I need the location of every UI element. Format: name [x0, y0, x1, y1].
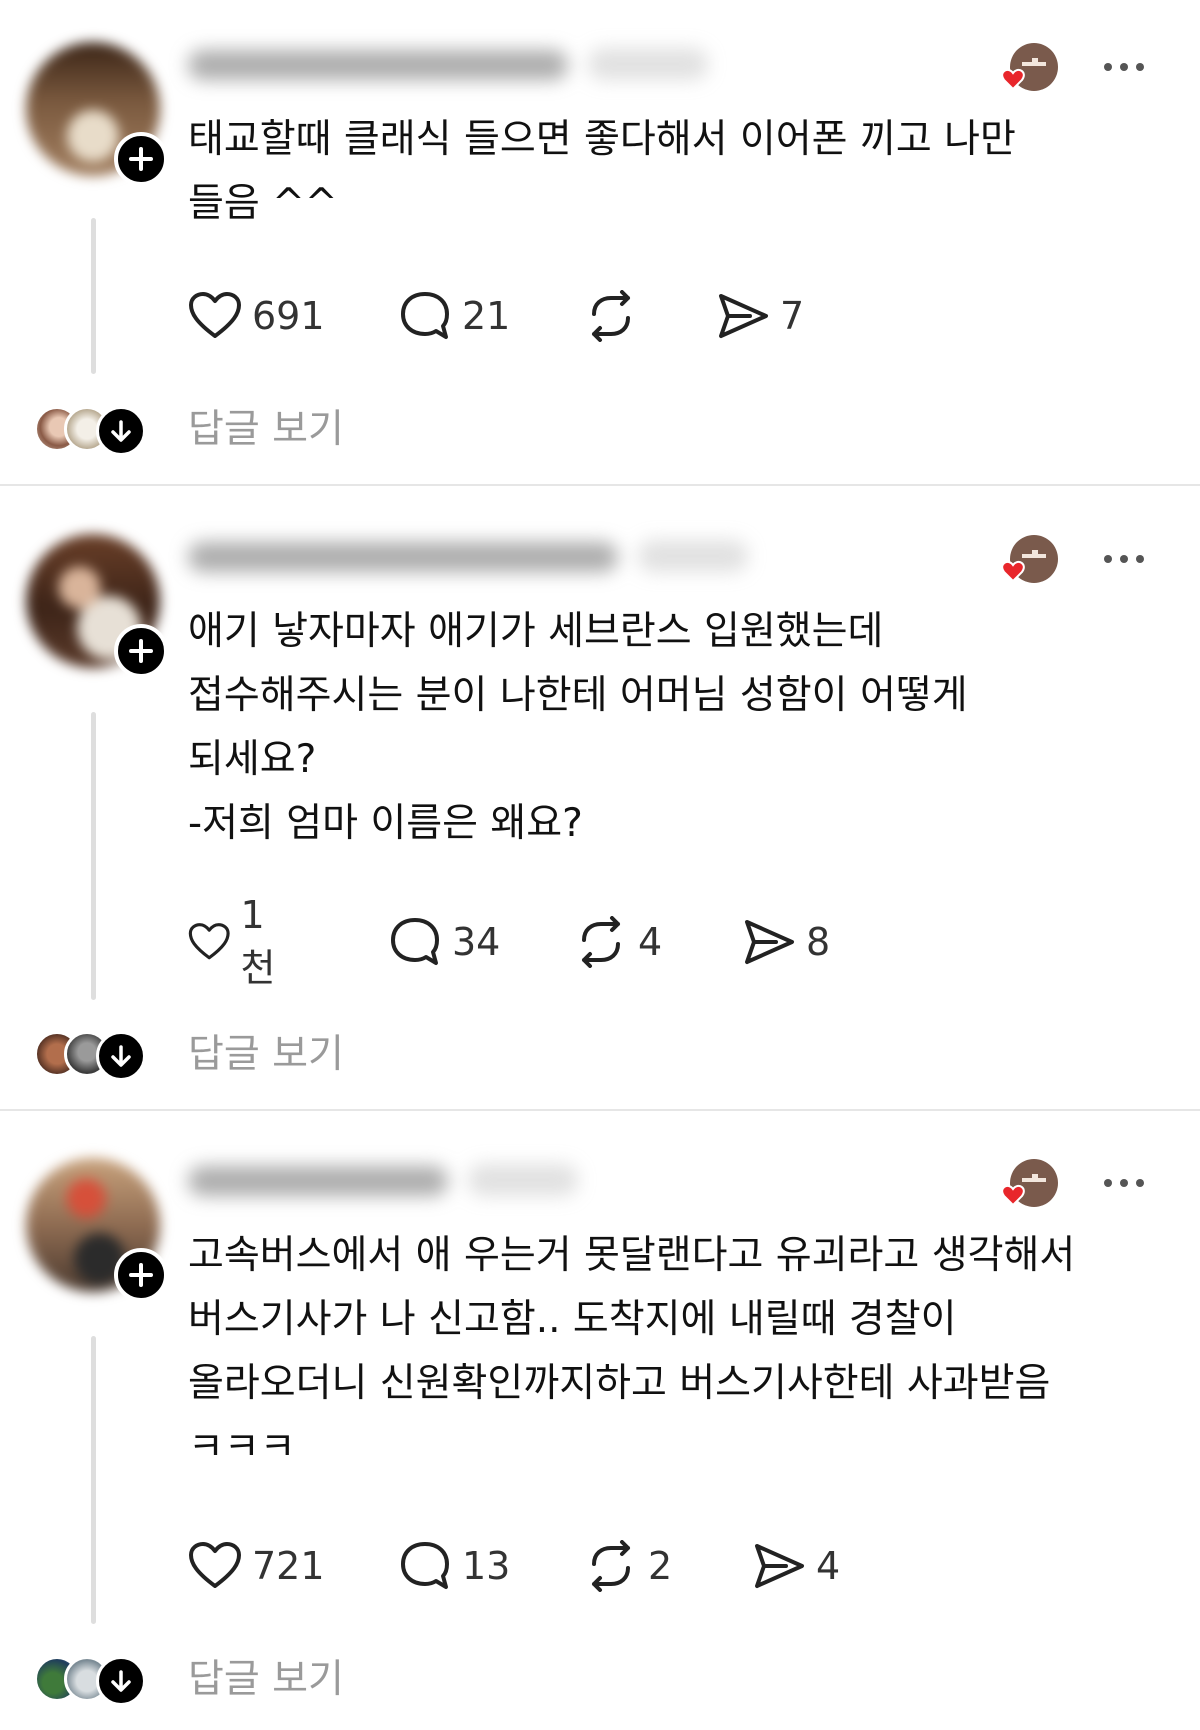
view-replies-link[interactable]: 답글 보기 [188, 402, 344, 458]
arrow-down-icon [111, 1670, 131, 1692]
share-button[interactable]: 4 [752, 1538, 840, 1594]
author-avatar-1[interactable] [26, 42, 168, 186]
author-avatar-2[interactable] [26, 534, 168, 678]
more-icon[interactable] [1100, 57, 1148, 77]
thread-line [91, 712, 96, 1000]
follow-button[interactable] [114, 1248, 168, 1302]
heart-icon [188, 923, 230, 960]
plus-icon [129, 1263, 153, 1287]
comment-icon [391, 918, 439, 965]
repost-count: 4 [638, 920, 663, 964]
heart-icon [189, 292, 241, 338]
plus-icon [129, 147, 153, 171]
post-text: 태교할때 클래식 들으면 좋다해서 이어폰 끼고 나만 들음 ^^ [188, 117, 1016, 226]
like-count: 691 [252, 294, 325, 338]
more-icon[interactable] [1100, 549, 1148, 569]
arrow-down-icon [111, 420, 131, 442]
like-button[interactable]: 1천 [188, 893, 287, 990]
author-avatar-3[interactable] [26, 1158, 168, 1302]
plus-icon [129, 639, 153, 663]
repost-button[interactable]: 2 [584, 1538, 672, 1594]
like-count: 721 [252, 1544, 325, 1588]
post-text: 애기 낳자마자 애기가 세브란스 입원했는데 접수해주시는 분이 나한테 어머님… [188, 609, 968, 846]
comment-count: 13 [462, 1544, 511, 1588]
expand-replies-button[interactable] [96, 406, 146, 456]
share-count: 8 [806, 920, 831, 964]
view-replies-link[interactable]: 답글 보기 [188, 1027, 344, 1083]
comment-button[interactable]: 34 [388, 914, 500, 970]
expand-replies-button[interactable] [96, 1656, 146, 1706]
view-replies-link[interactable]: 답글 보기 [188, 1652, 344, 1708]
comment-icon [401, 1542, 449, 1589]
comment-count: 21 [462, 294, 511, 338]
username-blurred[interactable] [188, 536, 748, 576]
comment-icon [401, 292, 449, 339]
share-icon [755, 1544, 804, 1588]
repost-icon [582, 916, 620, 968]
share-icon [745, 920, 794, 964]
expand-replies-button[interactable] [96, 1031, 146, 1081]
repost-icon [592, 290, 630, 342]
share-button[interactable]: 8 [742, 914, 830, 970]
username-blurred[interactable] [188, 44, 708, 84]
share-icon [719, 294, 768, 338]
post-divider [0, 1109, 1200, 1111]
share-button[interactable]: 7 [716, 288, 804, 344]
repost-button[interactable] [584, 288, 648, 344]
like-button[interactable]: 721 [188, 1538, 325, 1594]
follow-button[interactable] [114, 132, 168, 186]
thread-line [91, 218, 96, 374]
share-count: 7 [780, 294, 805, 338]
arrow-down-icon [111, 1045, 131, 1067]
repost-icon [592, 1540, 630, 1592]
repost-button[interactable]: 4 [574, 914, 662, 970]
author-liked-badge [990, 40, 1060, 100]
more-icon[interactable] [1100, 1173, 1148, 1193]
repost-count: 2 [648, 1544, 673, 1588]
post-divider [0, 484, 1200, 486]
thread-line [91, 1336, 96, 1624]
comment-button[interactable]: 13 [398, 1538, 510, 1594]
follow-button[interactable] [114, 624, 168, 678]
author-liked-badge [990, 1156, 1060, 1216]
post-text: 고속버스에서 애 우는거 못달랜다고 유괴라고 생각해서 버스기사가 나 신고함… [188, 1233, 1076, 1470]
username-blurred[interactable] [188, 1160, 588, 1200]
heart-icon [189, 1542, 241, 1588]
author-liked-badge [990, 532, 1060, 592]
comment-button[interactable]: 21 [398, 288, 510, 344]
like-button[interactable]: 691 [188, 288, 325, 344]
comment-count: 34 [452, 920, 501, 964]
like-count: 1천 [240, 892, 276, 990]
share-count: 4 [816, 1544, 841, 1588]
